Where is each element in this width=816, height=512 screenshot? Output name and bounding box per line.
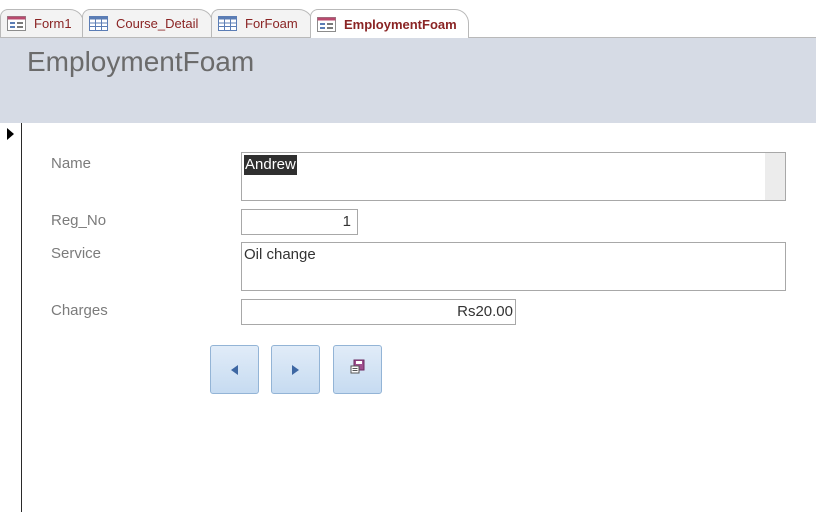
- table-icon: [89, 16, 108, 31]
- tab-label: EmploymentFoam: [344, 16, 457, 32]
- reg-no-field[interactable]: 1: [241, 209, 358, 235]
- current-record-icon: [7, 128, 14, 140]
- tab-label: Course_Detail: [116, 16, 199, 31]
- tab-course-detail[interactable]: Course_Detail: [82, 9, 213, 37]
- name-field[interactable]: Andrew: [241, 152, 786, 201]
- form-header: EmploymentFoam: [0, 38, 816, 123]
- record-selector[interactable]: [0, 123, 22, 512]
- form-title: EmploymentFoam: [27, 46, 255, 77]
- tab-label: ForFoam: [245, 16, 298, 31]
- next-record-button[interactable]: [271, 345, 320, 394]
- tab-label: Form1: [34, 16, 72, 31]
- charges-field[interactable]: Rs20.00: [241, 299, 516, 325]
- tab-form1[interactable]: Form1: [0, 9, 84, 37]
- reg-no-label: Reg_No: [51, 212, 107, 229]
- table-icon: [218, 16, 237, 31]
- tab-employmentfoam[interactable]: EmploymentFoam: [310, 9, 469, 38]
- previous-record-button[interactable]: [210, 345, 259, 394]
- previous-record-icon: [231, 364, 238, 375]
- tab-forfoam[interactable]: ForFoam: [211, 9, 313, 37]
- name-field-scrollbar[interactable]: [765, 153, 785, 200]
- save-record-icon: [350, 359, 366, 380]
- name-value: Andrew: [244, 155, 297, 175]
- next-record-icon: [292, 364, 299, 375]
- form-icon: [317, 16, 336, 32]
- name-label: Name: [51, 155, 92, 172]
- service-label: Service: [51, 245, 102, 262]
- service-field[interactable]: Oil change: [241, 242, 786, 291]
- charges-label: Charges: [51, 302, 108, 319]
- save-record-button[interactable]: [333, 345, 382, 394]
- form-icon: [7, 16, 26, 31]
- document-tab-strip: Form1 Course_Detail ForFoam EmploymentFo…: [0, 0, 816, 38]
